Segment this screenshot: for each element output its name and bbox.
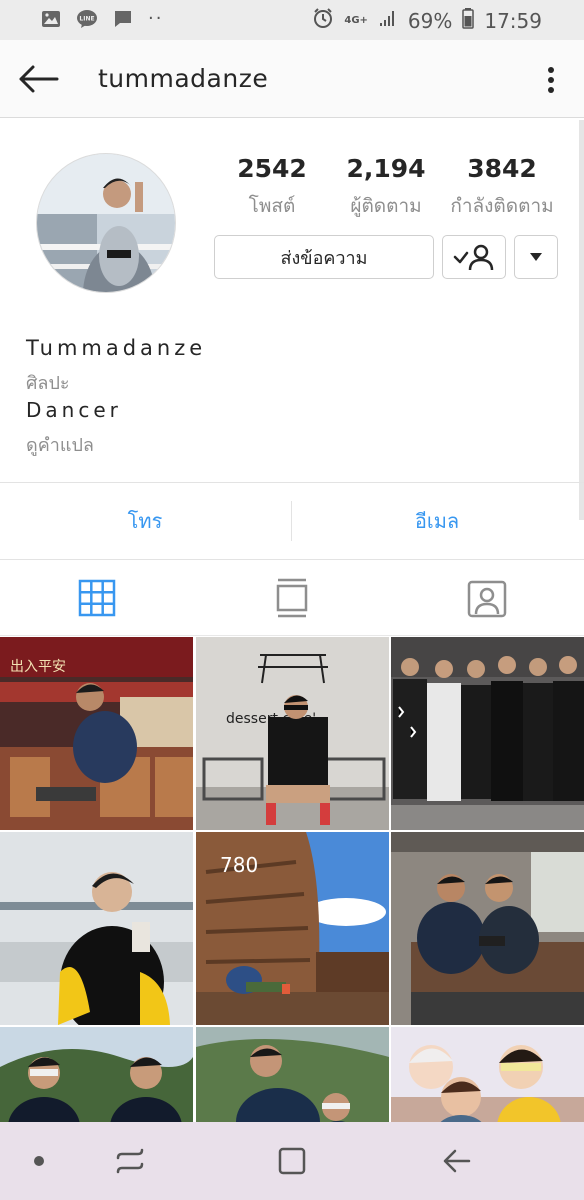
recents-button[interactable]: [108, 1139, 152, 1183]
arrow-left-icon: [19, 65, 59, 93]
suggestions-dropdown-button[interactable]: [514, 235, 558, 279]
home-button[interactable]: [270, 1139, 314, 1183]
top-bar: tummadanze: [0, 40, 584, 118]
vertical-dots-icon: [548, 67, 554, 93]
status-bar: LINE ·· 4G+ 69% 17:59: [0, 0, 584, 40]
following-count: 3842: [467, 154, 537, 183]
followers-count: 2,194: [346, 154, 426, 183]
back-nav-button[interactable]: [434, 1139, 478, 1183]
bio-category: ศิลปะ: [26, 373, 70, 394]
line-icon: LINE: [76, 8, 98, 30]
following-check-icon: [453, 244, 494, 271]
contact-row: โทร อีเมล: [0, 482, 584, 560]
posts-stat[interactable]: 2542 โพสต์: [212, 154, 332, 221]
tab-grid[interactable]: [0, 560, 194, 636]
posts-label: โพสต์: [248, 195, 296, 217]
system-nav-bar: [0, 1122, 584, 1200]
back-button[interactable]: [14, 58, 62, 100]
photo-tile[interactable]: 780: [196, 832, 389, 1025]
grid-icon: [78, 579, 116, 617]
system-indicators: 4G+ 69% 17:59: [312, 7, 542, 34]
image-icon: [40, 8, 62, 30]
bio-full-name: Tummadanze: [26, 336, 207, 360]
following-button[interactable]: [442, 235, 506, 279]
signal-icon: [378, 8, 398, 33]
notification-icons: LINE ··: [40, 8, 163, 30]
avatar[interactable]: [36, 153, 176, 293]
scrollbar[interactable]: [579, 120, 584, 520]
sign-text: 出入平安: [10, 659, 66, 675]
photo-tile[interactable]: 出入平安: [0, 637, 193, 830]
network-type: 4G+: [344, 15, 368, 26]
home-icon: [278, 1147, 306, 1175]
message-icon: [112, 8, 134, 30]
photo-tile[interactable]: dessert cafe': [196, 637, 389, 830]
caret-down-icon: [530, 253, 542, 261]
more-dots-icon: ··: [148, 8, 164, 29]
call-button[interactable]: โทร: [0, 483, 290, 559]
bio-text: Dancer: [26, 398, 122, 422]
tab-tagged[interactable]: [390, 560, 584, 636]
more-options-button[interactable]: [536, 62, 566, 98]
photo-tile[interactable]: [0, 832, 193, 1025]
svg-text:LINE: LINE: [79, 16, 94, 23]
following-stat[interactable]: 3842 กำลังติดตาม: [442, 154, 562, 221]
profile-tabs: [0, 560, 584, 636]
alarm-icon: [312, 7, 334, 34]
back-icon: [443, 1149, 471, 1173]
clock: 17:59: [484, 8, 542, 33]
feed-icon: [276, 578, 308, 618]
tagged-icon: [467, 580, 507, 618]
following-label: กำลังติดตาม: [450, 195, 554, 217]
followers-label: ผู้ติดตาม: [350, 195, 422, 217]
battery-icon: [462, 7, 475, 34]
email-button[interactable]: อีเมล: [292, 483, 582, 559]
sign-text: 780: [220, 853, 258, 877]
photo-tile[interactable]: [391, 637, 584, 830]
tab-feed[interactable]: [195, 560, 389, 636]
nav-dot-button[interactable]: [17, 1139, 61, 1183]
message-button[interactable]: ส่งข้อความ: [214, 235, 434, 279]
battery-percent: 69%: [407, 8, 453, 33]
photo-tile[interactable]: [391, 832, 584, 1025]
dot-icon: [34, 1156, 44, 1166]
see-translation-link[interactable]: ดูคำแปล: [26, 430, 94, 459]
posts-count: 2542: [237, 154, 307, 183]
profile-username: tummadanze: [98, 64, 269, 93]
followers-stat[interactable]: 2,194 ผู้ติดตาม: [326, 154, 446, 221]
recents-icon: [116, 1148, 144, 1174]
